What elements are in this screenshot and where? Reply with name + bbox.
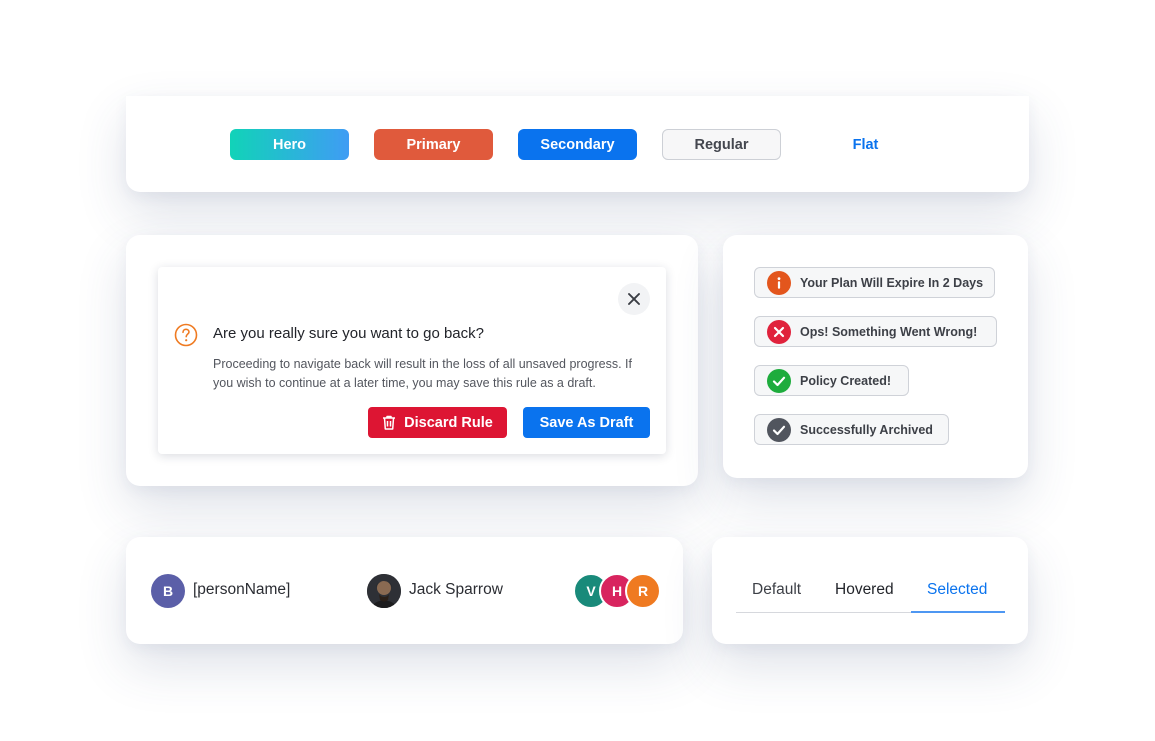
tab-selected-indicator — [911, 611, 1005, 613]
dialog-title: Are you really sure you want to go back? — [213, 325, 484, 342]
avatar-photo[interactable] — [367, 574, 401, 608]
tab-hovered[interactable]: Hovered — [835, 581, 894, 599]
toast-text: Ops! Something Went Wrong! — [800, 324, 978, 339]
component-showcase: Hero Primary Secondary Regular Flat Are … — [0, 0, 1155, 741]
toast-text: Policy Created! — [800, 373, 892, 388]
avatars-card: B [personName] Jack Sparrow V H R — [126, 537, 683, 644]
toast-plan-expiry[interactable]: Your Plan Will Expire In 2 Days — [754, 267, 995, 298]
info-icon — [767, 270, 791, 295]
close-button[interactable] — [618, 283, 650, 315]
avatar-name: [personName] — [193, 581, 291, 598]
hero-button[interactable]: Hero — [230, 129, 349, 160]
save-as-draft-button[interactable]: Save As Draft — [523, 407, 650, 438]
close-icon — [628, 293, 640, 305]
question-circle-icon — [174, 323, 198, 347]
person-photo-icon — [367, 574, 401, 608]
regular-button[interactable]: Regular — [662, 129, 781, 160]
toast-text: Your Plan Will Expire In 2 Days — [800, 275, 984, 290]
trash-icon — [383, 415, 396, 430]
error-x-icon — [767, 319, 791, 344]
toast-error[interactable]: Ops! Something Went Wrong! — [754, 316, 997, 347]
dialog-message: Proceeding to navigate back will result … — [213, 357, 632, 390]
avatar-initial[interactable]: B — [151, 574, 185, 608]
toast-success[interactable]: Policy Created! — [754, 365, 909, 396]
check-circle-icon — [767, 368, 791, 393]
dialog-card: Are you really sure you want to go back?… — [126, 235, 698, 486]
check-circle-icon — [767, 417, 791, 442]
avatar-name-jack: Jack Sparrow — [409, 581, 503, 598]
discard-rule-button[interactable]: Discard Rule — [368, 407, 507, 438]
avatar-group-r[interactable]: R — [625, 573, 661, 609]
buttons-card: Hero Primary Secondary Regular Flat — [126, 96, 1029, 192]
flat-button[interactable]: Flat — [806, 129, 925, 160]
confirm-dialog: Are you really sure you want to go back?… — [158, 267, 666, 454]
discard-rule-label: Discard Rule — [404, 414, 493, 431]
secondary-button[interactable]: Secondary — [518, 129, 637, 160]
primary-button[interactable]: Primary — [374, 129, 493, 160]
tab-selected[interactable]: Selected — [927, 581, 987, 599]
toast-text: Successfully Archived — [800, 422, 933, 437]
tab-default[interactable]: Default — [752, 581, 801, 599]
notifications-card: Your Plan Will Expire In 2 Days Ops! Som… — [723, 235, 1028, 478]
tabs-card: Default Hovered Selected — [712, 537, 1028, 644]
toast-archived[interactable]: Successfully Archived — [754, 414, 949, 445]
